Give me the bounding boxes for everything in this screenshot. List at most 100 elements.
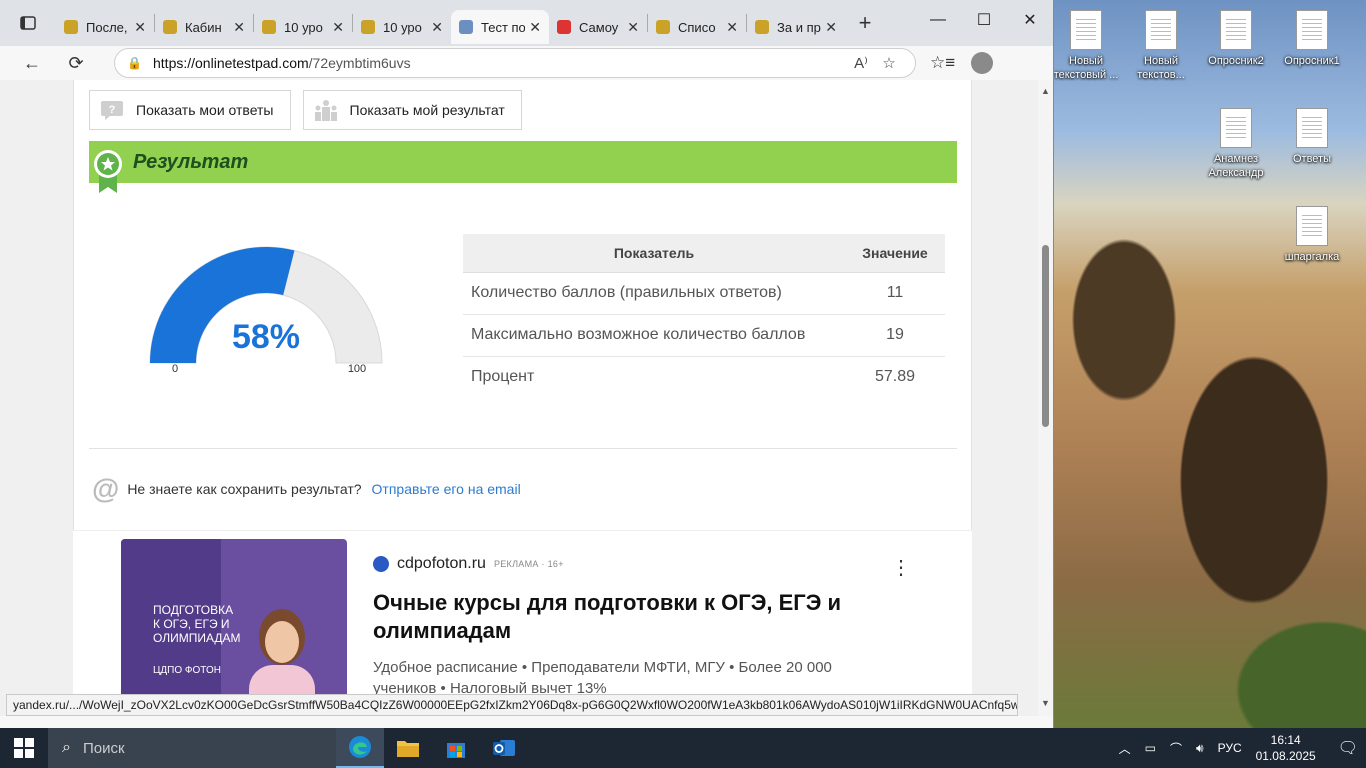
language-indicator[interactable]: РУС <box>1218 741 1242 755</box>
address-bar[interactable]: 🔒 https://onlinetestpad.com/72eymbtim6uv… <box>114 48 916 78</box>
tab-actions-button[interactable] <box>0 0 56 46</box>
site-favicon <box>262 20 276 34</box>
close-tab-icon[interactable]: ✕ <box>825 19 837 36</box>
advertisement[interactable]: ПОДГОТОВКА К ОГЭ, ЕГЭ И ОЛИМПИАДАМ ЦДПО … <box>73 530 972 716</box>
tab-6[interactable]: Самоу ✕ <box>549 10 647 44</box>
taskbar-search[interactable]: ⌕ Поиск <box>48 728 336 768</box>
favorite-star-icon[interactable]: ☆ <box>875 54 903 72</box>
lock-icon[interactable]: 🔒 <box>127 56 145 70</box>
result-actions: ? Показать мои ответы Показать мой резул… <box>89 90 522 130</box>
favorites-icon[interactable]: ☆≡ <box>930 53 955 73</box>
show-hidden-icons-chevron-icon[interactable]: ︿ <box>1119 740 1131 757</box>
windows-logo-icon <box>14 738 34 758</box>
result-header: Результат <box>89 141 957 193</box>
close-window-button[interactable]: ✕ <box>1007 0 1053 40</box>
close-tab-icon[interactable]: ✕ <box>134 19 146 36</box>
onlinetestpad-favicon <box>459 20 473 34</box>
site-favicon <box>656 20 670 34</box>
tab-3[interactable]: 10 уро ✕ <box>254 10 352 44</box>
taskbar-store[interactable] <box>432 728 480 768</box>
read-aloud-icon[interactable]: A⁾ <box>847 54 875 72</box>
send-email-link[interactable]: Отправьте его на email <box>372 481 521 497</box>
show-answers-button[interactable]: ? Показать мои ответы <box>89 90 291 130</box>
taskbar-outlook[interactable] <box>480 728 528 768</box>
gauge-max-label: 100 <box>348 363 366 375</box>
ad-domain-row[interactable]: cdpofoton.ru РЕКЛАМА · 16+ <box>373 555 564 573</box>
back-button[interactable]: ← <box>10 53 54 74</box>
save-result-row: @ Не знаете как сохранить результат? Отп… <box>92 475 521 503</box>
tab-7[interactable]: Списо ✕ <box>648 10 746 44</box>
close-tab-icon[interactable]: ✕ <box>529 19 541 36</box>
new-tab-button[interactable]: + <box>845 10 885 36</box>
score-gauge: 58% 0 100 <box>149 246 383 375</box>
show-result-button[interactable]: Показать мой результат <box>302 90 522 130</box>
site-favicon <box>755 20 769 34</box>
ad-image[interactable]: ПОДГОТОВКА К ОГЭ, ЕГЭ И ОЛИМПИАДАМ ЦДПО … <box>121 539 347 709</box>
notifications-icon[interactable]: 🗨︎ <box>1338 738 1358 758</box>
close-tab-icon[interactable]: ✕ <box>332 19 344 36</box>
ad-site-icon <box>373 556 389 572</box>
ad-title[interactable]: Очные курсы для подготовки к ОГЭ, ЕГЭ и … <box>373 589 853 645</box>
close-tab-icon[interactable]: ✕ <box>726 19 738 36</box>
desktop-icon-oprosnik2[interactable]: Опросник2 <box>1200 10 1272 68</box>
desktop-icon-new-text-1[interactable]: Новый текстовый ... <box>1054 10 1122 82</box>
text-file-icon <box>1296 206 1328 246</box>
site-favicon <box>64 20 78 34</box>
profile-avatar[interactable] <box>971 52 994 74</box>
clock-time: 16:14 <box>1270 733 1301 747</box>
scroll-up-arrow-icon[interactable]: ▲ <box>1041 86 1050 96</box>
refresh-button[interactable]: ⟳ <box>54 53 98 74</box>
tab-8[interactable]: За и пр ✕ <box>747 10 845 44</box>
close-tab-icon[interactable]: ✕ <box>627 19 639 36</box>
table-row: Максимально возможное количество баллов … <box>463 314 945 357</box>
award-ribbon-icon <box>94 150 122 193</box>
result-table: Показатель Значение Количество баллов (п… <box>463 234 945 398</box>
ad-image-line: ПОДГОТОВКА <box>153 603 234 617</box>
desktop-icon-shpargalka[interactable]: шпаргалка <box>1276 206 1348 264</box>
at-sign-icon: @ <box>92 473 120 504</box>
taskbar-file-explorer[interactable] <box>384 728 432 768</box>
row-label: Количество баллов (правильных ответов) <box>463 272 845 315</box>
address-bar-row: ← ⟳ 🔒 https://onlinetestpad.com/72eymbti… <box>0 46 1053 80</box>
store-icon <box>447 743 465 758</box>
tab-actions-icon <box>20 16 36 30</box>
tab-4[interactable]: 10 уро ✕ <box>353 10 451 44</box>
minimize-button[interactable]: — <box>915 0 961 40</box>
tab-bar: После, ✕ Кабин ✕ 10 уро ✕ 10 уро ✕ Тест по ✕ … <box>0 0 1053 46</box>
table-row: Процент 57.89 <box>463 356 945 398</box>
close-tab-icon[interactable]: ✕ <box>233 19 245 36</box>
folder-icon <box>397 741 419 757</box>
scrollbar-thumb[interactable] <box>1042 245 1049 427</box>
url-text[interactable]: https://onlinetestpad.com/72eymbtim6uvs <box>145 55 847 71</box>
network-icon[interactable]: ⌒ <box>1170 740 1182 757</box>
ad-more-icon[interactable]: ⋮ <box>891 555 911 580</box>
text-file-icon <box>1296 10 1328 50</box>
tab-1[interactable]: После, ✕ <box>56 10 154 44</box>
desktop-icon-new-text-2[interactable]: Новый текстов... <box>1125 10 1197 82</box>
gauge-percent-label: 58% <box>232 318 300 356</box>
scroll-down-arrow-icon[interactable]: ▼ <box>1041 698 1050 708</box>
volume-icon[interactable]: 🔊︎ <box>1196 741 1204 756</box>
row-value: 19 <box>845 314 945 357</box>
page-scrollbar[interactable]: ▲ ▼ <box>1038 80 1053 716</box>
battery-icon[interactable]: ▭ <box>1145 741 1156 755</box>
maximize-button[interactable]: ☐ <box>961 0 1007 40</box>
taskbar: ⌕ Поиск ︿ ▭ ⌒ 🔊︎ РУС 16:14 01.08.2025 🗨︎ <box>0 728 1366 768</box>
ad-photo-face <box>265 621 299 663</box>
browser-window: После, ✕ Кабин ✕ 10 уро ✕ 10 уро ✕ Тест по ✕ … <box>0 0 1054 728</box>
desktop-icon-oprosnik1[interactable]: Опросник1 <box>1276 10 1348 68</box>
result-title: Результат <box>133 150 249 173</box>
tab-5-active[interactable]: Тест по ✕ <box>451 10 549 44</box>
site-favicon <box>163 20 177 34</box>
ad-domain[interactable]: cdpofoton.ru <box>397 555 486 573</box>
taskbar-edge[interactable] <box>336 728 384 768</box>
desktop-icon-otvety[interactable]: Ответы <box>1276 108 1348 166</box>
tab-2[interactable]: Кабин ✕ <box>155 10 253 44</box>
system-tray: ︿ ▭ ⌒ 🔊︎ РУС 16:14 01.08.2025 🗨︎ <box>1119 732 1366 764</box>
clock[interactable]: 16:14 01.08.2025 <box>1256 732 1316 764</box>
close-tab-icon[interactable]: ✕ <box>431 19 443 36</box>
start-button[interactable] <box>0 728 48 768</box>
table-header-row: Показатель Значение <box>463 234 945 273</box>
desktop-icon-anamnez[interactable]: Анамнез Александр <box>1200 108 1272 180</box>
text-file-icon <box>1145 10 1177 50</box>
